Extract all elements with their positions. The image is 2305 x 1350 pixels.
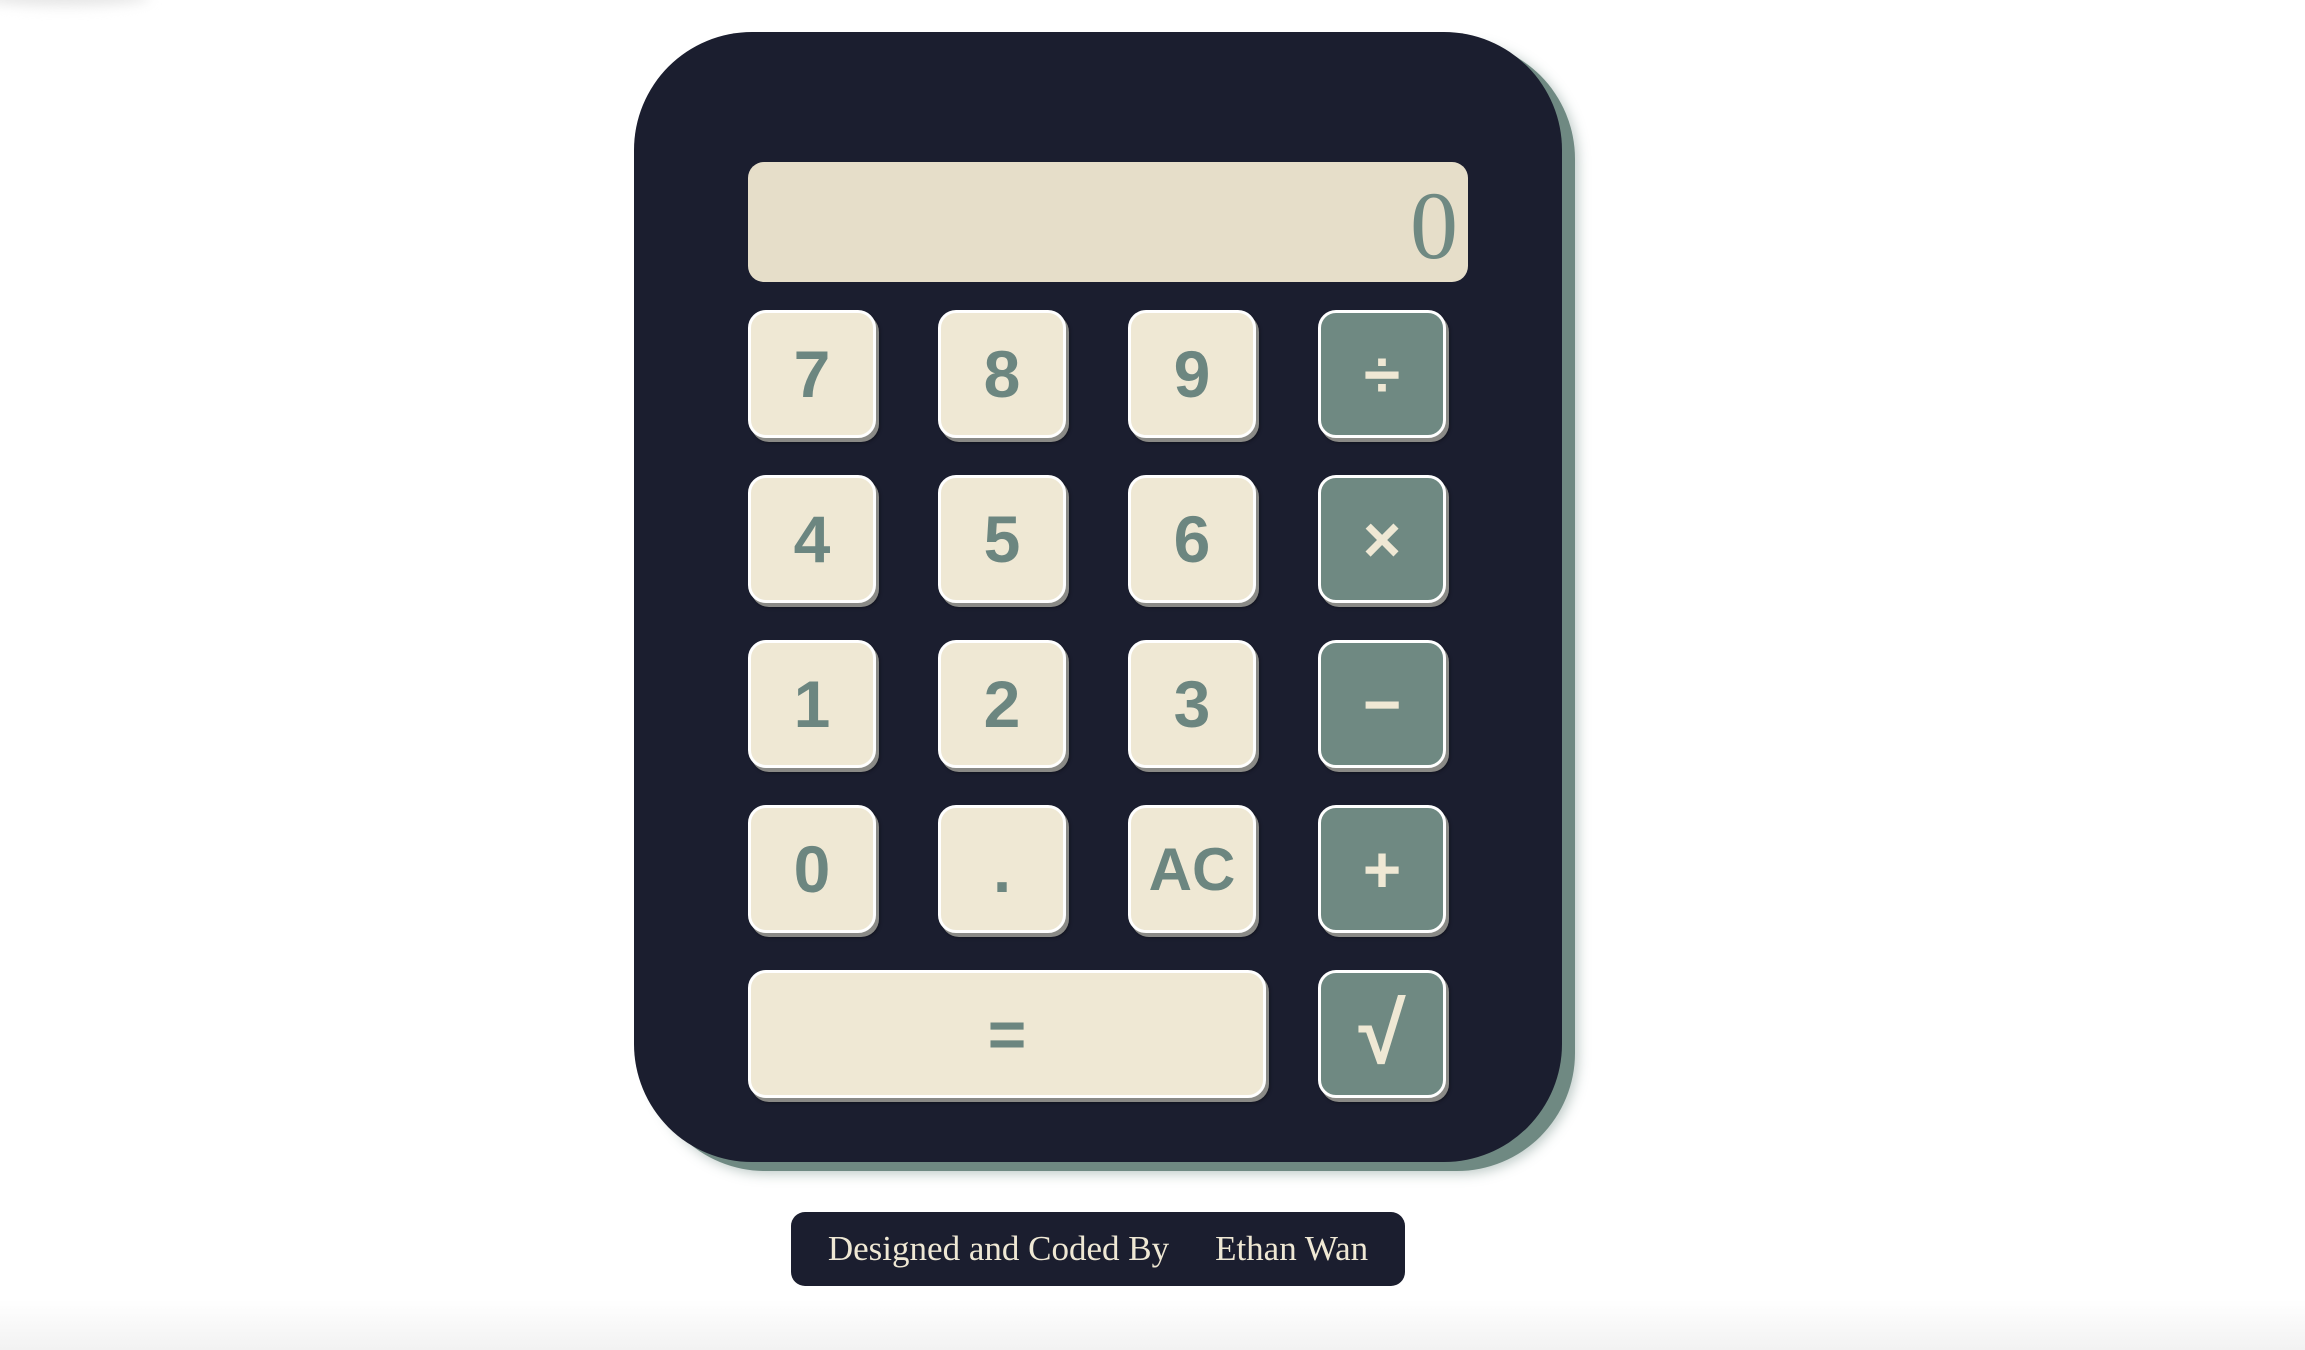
key-1[interactable]: 1 (748, 640, 876, 768)
calculator-display: 0 (748, 162, 1468, 282)
subtract-button[interactable]: − (1318, 640, 1446, 768)
page: 0 7 8 9 ÷ 4 5 6 × 1 2 3 − 0 . AC + = √ D… (0, 0, 2305, 1350)
bottom-edge (0, 1300, 2305, 1350)
credit-prefix: Designed and Coded By (827, 1229, 1170, 1268)
decimal-button[interactable]: . (938, 805, 1066, 933)
key-0[interactable]: 0 (748, 805, 876, 933)
clear-button[interactable]: AC (1128, 805, 1256, 933)
key-9[interactable]: 9 (1128, 310, 1256, 438)
key-2[interactable]: 2 (938, 640, 1066, 768)
add-button[interactable]: + (1318, 805, 1446, 933)
key-5[interactable]: 5 (938, 475, 1066, 603)
corner-shadow (0, 0, 150, 6)
divide-button[interactable]: ÷ (1318, 310, 1446, 438)
key-7[interactable]: 7 (748, 310, 876, 438)
key-4[interactable]: 4 (748, 475, 876, 603)
key-6[interactable]: 6 (1128, 475, 1256, 603)
key-8[interactable]: 8 (938, 310, 1066, 438)
credit-banner: Designed and Coded By Ethan Wan (791, 1212, 1405, 1286)
key-3[interactable]: 3 (1128, 640, 1256, 768)
multiply-button[interactable]: × (1318, 475, 1446, 603)
author-name: Ethan Wan (1215, 1229, 1369, 1268)
sqrt-button[interactable]: √ (1318, 970, 1446, 1098)
equals-button[interactable]: = (748, 970, 1266, 1098)
display-value: 0 (1410, 172, 1458, 279)
